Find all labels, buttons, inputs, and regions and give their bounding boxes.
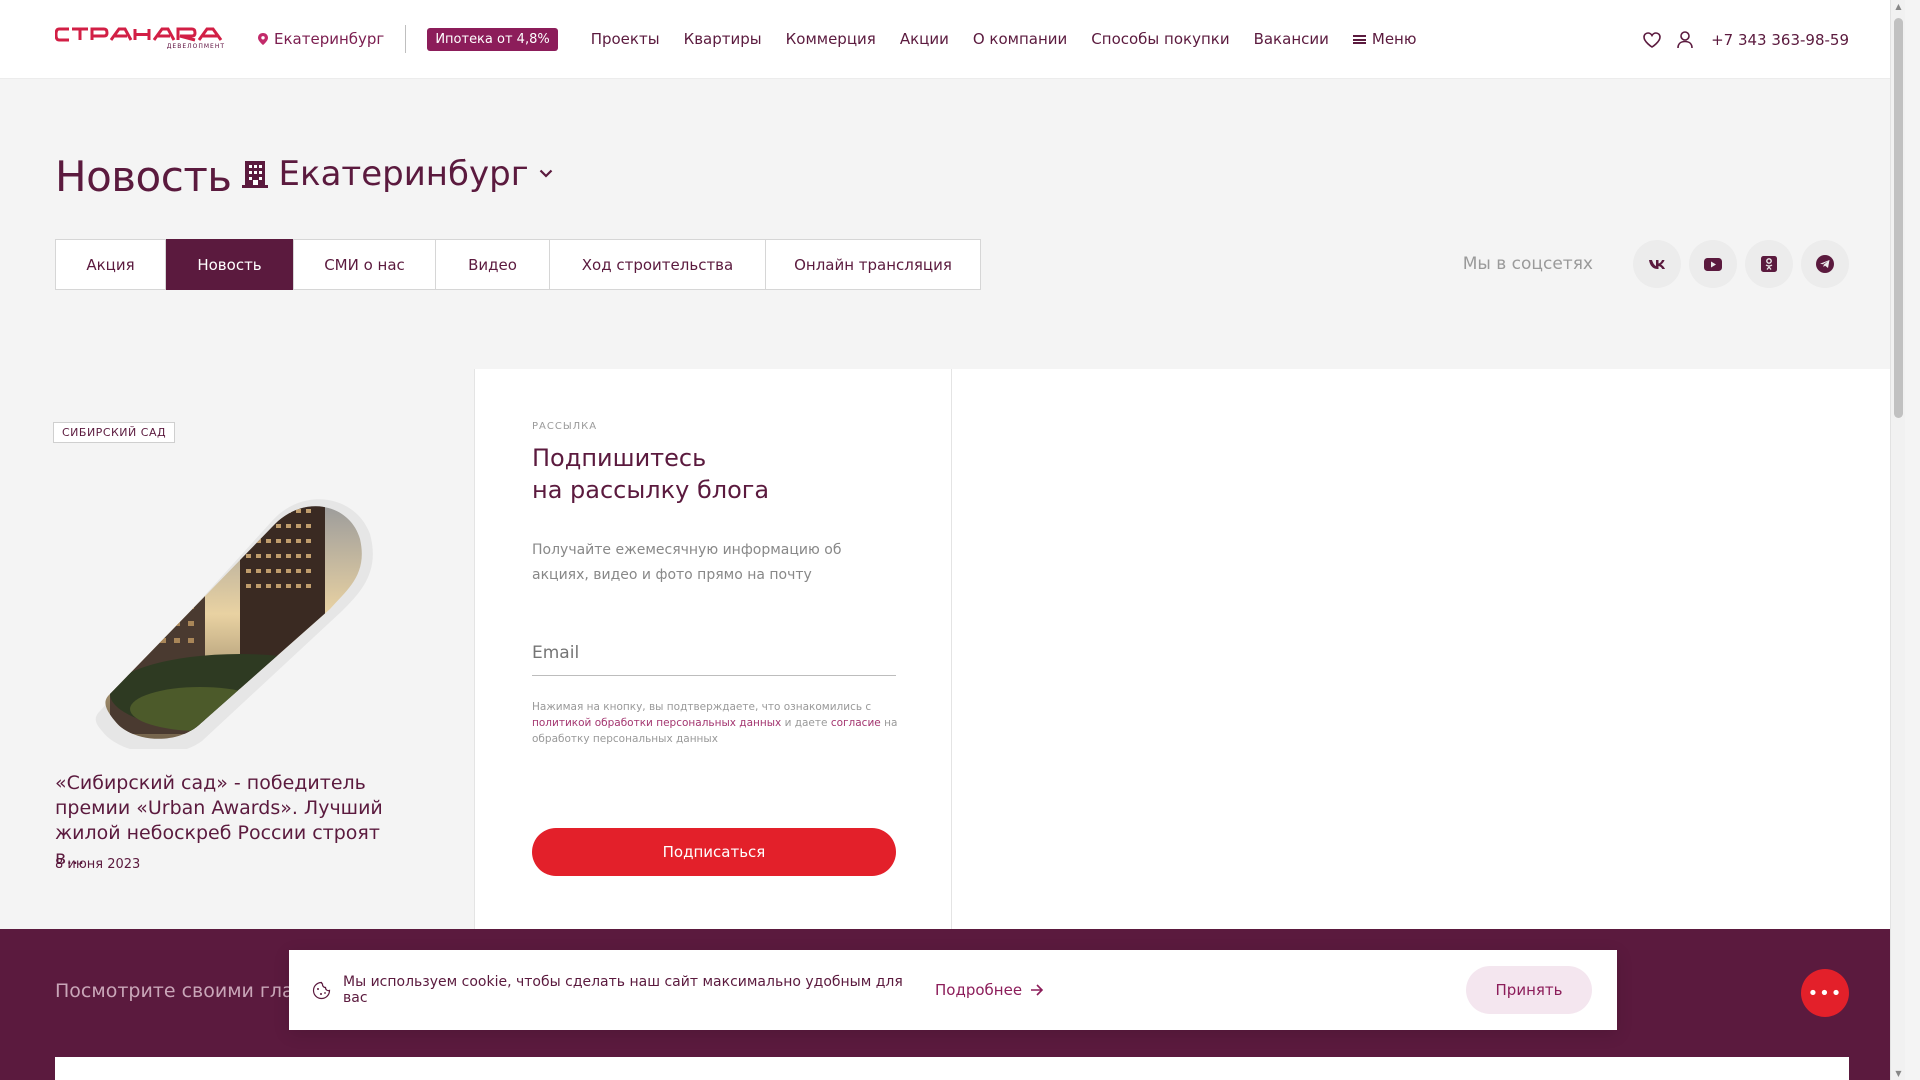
city-select[interactable]: Екатеринбург [241,153,553,194]
project-tag[interactable]: СИБИРСКИЙ САД [53,422,176,443]
content-row: СИБИРСКИЙ САД «Сибирский сад» - победите… [0,369,1905,929]
chevron-down-icon [539,169,552,178]
favorites-heart-icon[interactable] [1643,31,1661,48]
city-switcher[interactable]: Екатеринбург [258,30,384,48]
menu-label: Меню [1371,30,1417,48]
news-date: 8 июня 2023 [55,857,141,872]
tab-construction-progress[interactable]: Ход строительства [550,240,766,289]
newsletter-title-line2: на рассылку блога [532,476,770,504]
scroll-down-arrow-icon[interactable]: ▼ [1894,1069,1903,1078]
phone-number[interactable]: +7 343 363-98-59 [1711,31,1849,49]
video-section-title: Посмотрите своими глаз [55,980,304,1002]
youtube-button[interactable] [1689,240,1737,288]
newsletter-block: РАССЫЛКА Подпишитесь на рассылку блога П… [476,369,952,929]
tab-label: СМИ о нас [324,255,405,274]
header-actions: +7 343 363-98-59 [1643,0,1849,79]
nav-item-promotions[interactable]: Акции [900,30,949,48]
category-tabs: Акция Новость СМИ о нас Видео Ход строит… [55,239,981,290]
newsletter-kicker: РАССЫЛКА [532,421,598,432]
tab-label: Акция [86,255,135,274]
legal-prefix: Нажимая на кнопку, вы подтверждаете, что… [532,701,872,713]
user-account-icon[interactable] [1677,30,1693,49]
nav-item-vacancies[interactable]: Вакансии [1254,30,1329,48]
tab-media[interactable]: СМИ о нас [294,240,436,289]
scrollbar-thumb[interactable] [1894,18,1903,418]
nav-item-apartments[interactable]: Квартиры [684,30,762,48]
news-title[interactable]: «Сибирский сад» - победитель премии «Urb… [55,771,405,871]
tab-label: Новость [197,255,262,274]
social-links: Мы в соцсетях [1463,240,1849,288]
privacy-policy-link[interactable]: политикой обработки персональных данных [532,717,781,729]
scroll-up-arrow-icon[interactable]: ▲ [1894,2,1903,11]
odnoklassniki-icon [1761,256,1777,272]
email-field[interactable] [532,631,896,676]
vk-button[interactable] [1633,240,1681,288]
location-pin-icon [258,33,268,45]
vk-icon [1649,259,1665,269]
tab-live-stream[interactable]: Онлайн трансляция [766,240,980,289]
arrow-right-icon [1031,984,1044,996]
legal-mid: и даете [784,717,828,729]
tab-video[interactable]: Видео [436,240,550,289]
city-select-label: Екатеринбург [278,153,529,194]
legal-notice: Нажимая на кнопку, вы подтверждаете, что… [532,699,902,747]
nav-item-about[interactable]: О компании [973,30,1067,48]
hamburger-icon [1352,34,1366,44]
page-title: Новость [55,152,232,201]
subscribe-button[interactable]: Подписаться [532,828,896,876]
tab-label: Видео [468,255,517,274]
scrollbar[interactable]: ▲ ▼ [1890,0,1905,1080]
youtube-icon [1704,257,1722,271]
cookie-more-label: Подробнее [935,981,1023,999]
video-preview-strip [55,1057,1849,1080]
news-image [95,499,373,749]
more-options-button[interactable]: ••• [1801,969,1849,1017]
nav-item-projects[interactable]: Проекты [591,30,660,48]
tab-news[interactable]: Новость [166,239,294,290]
city-label: Екатеринбург [274,30,385,48]
tab-label: Ход строительства [581,255,734,274]
cookie-more-link[interactable]: Подробнее [935,981,1044,999]
telegram-button[interactable] [1801,240,1849,288]
mortgage-badge[interactable]: Ипотека от 4,8% [427,27,558,51]
news-card[interactable]: СИБИРСКИЙ САД «Сибирский сад» - победите… [0,369,475,929]
accept-cookies-button[interactable]: Принять [1466,966,1592,1014]
newsletter-title-line1: Подпишитесь [532,444,707,472]
consent-link[interactable]: согласие [831,717,881,729]
nav-item-commercial[interactable]: Коммерция [786,30,876,48]
odnoklassniki-button[interactable] [1745,240,1793,288]
logo[interactable]: ДЕВЕЛОПМЕНТ [55,27,225,51]
logo-mark [55,27,223,42]
logo-subtitle: ДЕВЕЛОПМЕНТ [166,43,225,50]
tab-promotion[interactable]: Акция [56,240,166,289]
building-icon [241,160,268,188]
site-header: ДЕВЕЛОПМЕНТ Екатеринбург Ипотека от 4,8%… [0,0,1905,79]
page-heading: Новость Екатеринбург [55,152,553,201]
main-nav: Проекты Квартиры Коммерция Акции О компа… [591,30,1417,48]
newsletter-description: Получайте ежемесячную информацию об акци… [532,542,842,583]
telegram-icon [1816,255,1834,273]
cookie-icon [312,981,331,999]
more-dots-icon: ••• [1807,982,1843,1004]
page: ДЕВЕЛОПМЕНТ Екатеринбург Ипотека от 4,8%… [0,0,1905,1080]
header-divider [405,25,407,53]
tab-label: Онлайн трансляция [794,255,952,274]
social-label: Мы в соцсетях [1462,254,1593,274]
menu-button[interactable]: Меню [1352,30,1417,48]
cookie-banner: Мы используем cookie, чтобы сделать наш … [289,950,1617,1030]
cookie-message: Мы используем cookie, чтобы сделать наш … [343,974,903,1006]
nav-item-purchase-methods[interactable]: Способы покупки [1091,30,1229,48]
newsletter-title: Подпишитесь на рассылку блога [532,442,852,506]
